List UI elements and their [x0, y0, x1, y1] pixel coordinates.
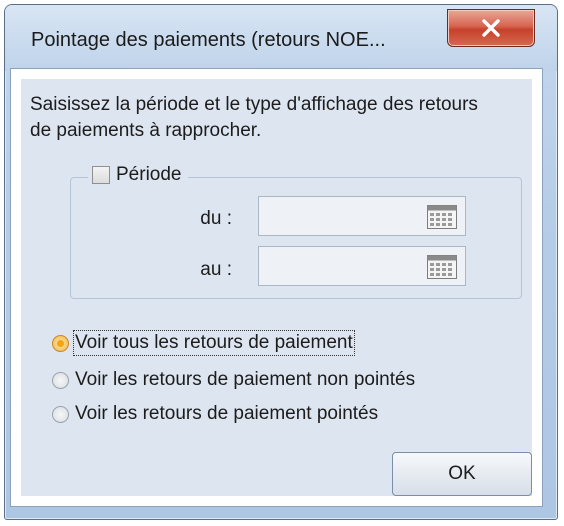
close-icon	[482, 19, 500, 37]
ok-button[interactable]: OK	[392, 452, 532, 496]
period-legend[interactable]: Période	[88, 164, 188, 186]
close-button[interactable]	[447, 9, 535, 47]
from-date-label: du :	[200, 208, 232, 229]
to-date-label: au :	[200, 259, 232, 280]
window-title: Pointage des paiements (retours NOE...	[31, 29, 386, 51]
to-date-field[interactable]	[258, 246, 466, 286]
calendar-icon[interactable]	[427, 255, 457, 279]
radio-button[interactable]	[52, 405, 69, 423]
period-checkbox[interactable]	[92, 166, 110, 184]
title-bar[interactable]: Pointage des paiements (retours NOE...	[5, 5, 557, 71]
radio-button[interactable]	[52, 371, 69, 389]
period-label: Période	[116, 164, 182, 185]
calendar-icon[interactable]	[427, 205, 457, 229]
radio-unmatched-payments[interactable]: Voir les retours de paiement non pointés	[52, 369, 415, 391]
radio-all-label: Voir tous les retours de paiement	[73, 330, 355, 356]
radio-button-selected[interactable]	[52, 334, 69, 352]
radio-all-payments[interactable]: Voir tous les retours de paiement	[52, 330, 355, 356]
radio-unmatched-label: Voir les retours de paiement non pointés	[75, 369, 416, 390]
instruction-text: Saisissez la période et le type d'affich…	[30, 94, 478, 141]
from-date-field[interactable]	[258, 196, 466, 236]
radio-matched-label: Voir les retours de paiement pointés	[75, 403, 379, 424]
radio-matched-payments[interactable]: Voir les retours de paiement pointés	[52, 403, 378, 425]
